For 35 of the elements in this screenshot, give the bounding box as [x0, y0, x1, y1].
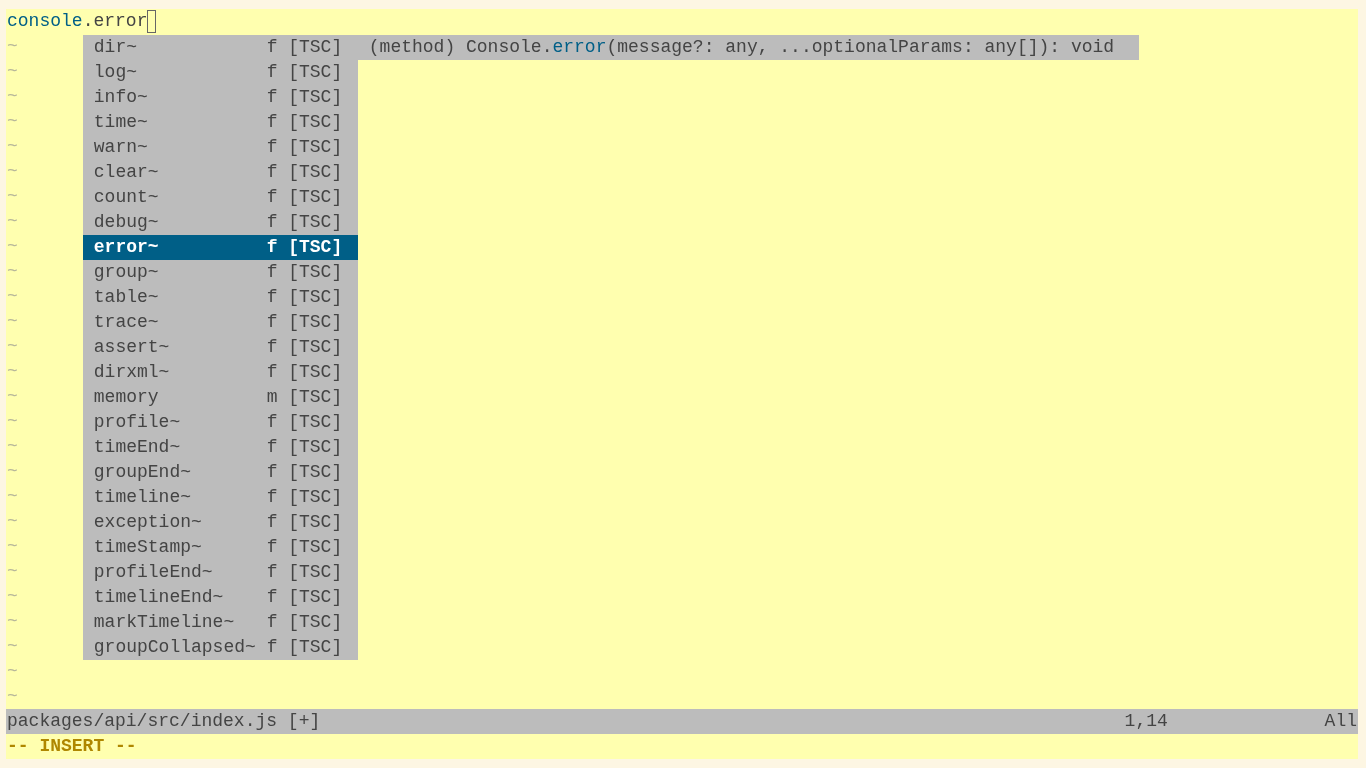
empty-line-marker: ~ — [6, 35, 18, 58]
empty-line-marker: ~ — [6, 185, 18, 208]
empty-line-marker: ~ — [6, 435, 18, 458]
cursor-position: 1,14 — [1124, 710, 1169, 733]
empty-line-marker: ~ — [6, 610, 18, 633]
cursor — [147, 10, 157, 33]
completion-item[interactable]: error~ f [TSC] — [83, 235, 358, 260]
empty-line-marker: ~ — [6, 460, 18, 483]
empty-line-marker: ~ — [6, 685, 18, 708]
empty-line-marker: ~ — [6, 160, 18, 183]
empty-line-marker: ~ — [6, 485, 18, 508]
empty-line-marker: ~ — [6, 110, 18, 133]
empty-line-marker: ~ — [6, 60, 18, 83]
mode-indicator: -- INSERT -- — [6, 735, 137, 758]
empty-line-marker: ~ — [6, 510, 18, 533]
empty-line-marker: ~ — [6, 635, 18, 658]
file-name: packages/api/src/index.js [+] — [6, 710, 322, 733]
scroll-position: All — [1324, 710, 1358, 733]
signature-info: (method) Console.error(message?: any, ...optionalParams: any[]): void — [358, 35, 1139, 60]
empty-line-marker: ~ — [6, 285, 18, 308]
empty-line-marker: ~ — [6, 235, 18, 258]
empty-line-marker: ~ — [6, 135, 18, 158]
empty-line-marker: ~ — [6, 210, 18, 233]
empty-line-marker: ~ — [6, 385, 18, 408]
code-line: console.error — [6, 10, 148, 33]
empty-line-marker: ~ — [6, 560, 18, 583]
empty-line-marker: ~ — [6, 310, 18, 333]
empty-line-marker: ~ — [6, 535, 18, 558]
empty-line-marker: ~ — [6, 85, 18, 108]
empty-line-marker: ~ — [6, 260, 18, 283]
empty-line-marker: ~ — [6, 360, 18, 383]
empty-line-marker: ~ — [6, 660, 18, 683]
empty-line-marker: ~ — [6, 410, 18, 433]
empty-line-marker: ~ — [6, 585, 18, 608]
empty-line-marker: ~ — [6, 335, 18, 358]
